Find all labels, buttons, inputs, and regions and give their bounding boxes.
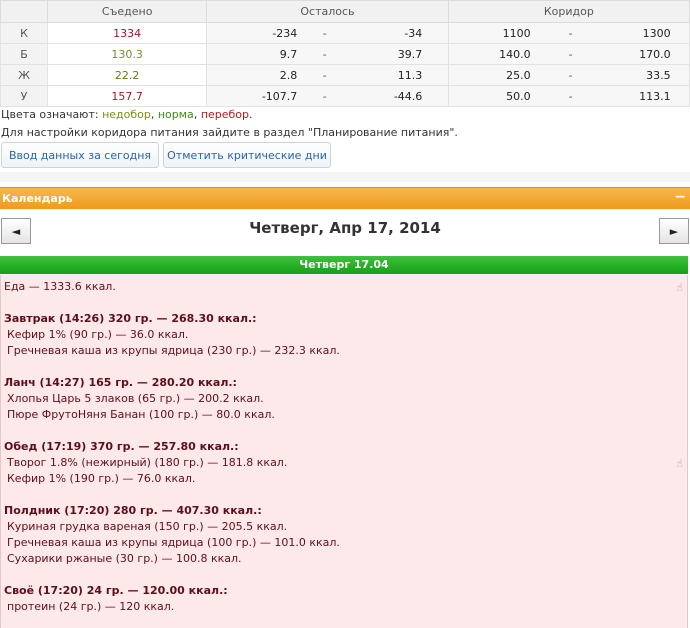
meal-item: Хлопья Царь 5 злаков (65 гр.) — 200.2 кк… <box>7 392 264 405</box>
meal-item: Творог 1.8% (нежирный) (180 гр.) — 181.8… <box>7 456 288 469</box>
dash: - <box>322 47 327 61</box>
meal-item: Сухарики ржаные (30 гр.) — 100.8 ккал. <box>7 552 242 565</box>
table-row: У 157.7 -107.7 - -44.6 50.0 - 113.1 <box>0 85 690 107</box>
food-diary-panel: Еда — 1333.6 ккал. ☝ Завтрак (14:26) 320… <box>0 275 688 628</box>
remaining-min: -234 <box>272 26 298 40</box>
remaining-cell: 9.7 - 39.7 <box>206 43 449 65</box>
eaten-value: 1334 <box>47 22 208 44</box>
eaten-value: 157.7 <box>47 85 208 107</box>
pin-icon[interactable]: ☝ <box>676 457 683 470</box>
corridor-max: 33.5 <box>646 68 671 82</box>
corridor-min: 25.0 <box>506 68 531 82</box>
corridor-cell: 1100 - 1300 <box>447 22 690 44</box>
header-eaten: Съедено <box>47 0 208 23</box>
arrow-right-icon: ► <box>669 224 679 238</box>
calendar-header[interactable]: Календарь − <box>0 187 690 209</box>
calendar-title: Календарь <box>2 192 73 205</box>
meal-title: Завтрак (14:26) 320 гр. — 268.30 ккал.: <box>4 312 257 325</box>
dash: - <box>568 26 573 40</box>
current-date: Четверг, Апр 17, 2014 <box>249 219 441 237</box>
legend-sep: , <box>150 108 158 121</box>
pin-icon[interactable]: ☝ <box>676 281 683 294</box>
meal-item: Гречневая каша из крупы ядрица (230 гр.)… <box>7 344 340 357</box>
legend-over: перебор <box>200 108 250 121</box>
legend-under: недобор <box>102 108 151 121</box>
separator <box>0 172 690 182</box>
row-label: Ж <box>0 64 49 86</box>
meal-item: Кефир 1% (90 гр.) — 36.0 ккал. <box>7 328 189 341</box>
remaining-cell: 2.8 - 11.3 <box>206 64 449 86</box>
corridor-min: 1100 <box>502 26 531 40</box>
meal-title: Обед (17:19) 370 гр. — 257.80 ккал.: <box>4 440 239 453</box>
remaining-cell: -107.7 - -44.6 <box>206 85 449 107</box>
enter-today-button[interactable]: Ввод данных за сегодня <box>1 142 159 168</box>
eaten-value: 130.3 <box>47 43 208 65</box>
corridor-max: 1300 <box>642 26 671 40</box>
header-remaining: Осталось <box>206 0 449 23</box>
corridor-max: 170.0 <box>639 47 671 61</box>
legend-prefix: Цвета означают: <box>1 108 103 121</box>
remaining-min: 2.8 <box>279 68 298 82</box>
collapse-icon[interactable]: − <box>674 189 686 205</box>
mark-critical-days-button[interactable]: Отметить критические дни <box>163 142 331 168</box>
legend-end: . <box>249 108 253 121</box>
dash: - <box>568 68 573 82</box>
meal-title: Ланч (14:27) 165 гр. — 280.20 ккал.: <box>4 376 237 389</box>
dash: - <box>322 68 327 82</box>
corridor-note: Для настройки коридора питания зайдите в… <box>1 126 458 139</box>
remaining-min: -107.7 <box>261 89 298 103</box>
meal-title: Полдник (17:20) 280 гр. — 407.30 ккал.: <box>4 504 262 517</box>
legend-norm: норма <box>157 108 194 121</box>
legend-sep: , <box>193 108 201 121</box>
remaining-max: 11.3 <box>397 68 423 82</box>
table-row: К 1334 -234 - -34 1100 - 1300 <box>0 22 690 44</box>
meal-item: Гречневая каша из крупы ядрица (100 гр.)… <box>7 536 340 549</box>
table-row: Б 130.3 9.7 - 39.7 140.0 - 170.0 <box>0 43 690 65</box>
color-legend: Цвета означают: недобор, норма, перебор. <box>1 108 253 121</box>
corridor-cell: 25.0 - 33.5 <box>447 64 690 86</box>
corridor-cell: 50.0 - 113.1 <box>447 85 690 107</box>
row-label: У <box>0 85 49 107</box>
meal-item: протеин (24 гр.) — 120 ккал. <box>7 600 175 613</box>
header-empty <box>0 0 49 23</box>
dash: - <box>322 26 327 40</box>
next-day-button[interactable]: ► <box>659 218 689 244</box>
dash: - <box>568 89 573 103</box>
day-bar[interactable]: Четверг 17.04 <box>0 256 688 274</box>
corridor-min: 140.0 <box>499 47 531 61</box>
row-label: К <box>0 22 49 44</box>
corridor-max: 113.1 <box>639 89 671 103</box>
dash: - <box>568 47 573 61</box>
eaten-value: 22.2 <box>47 64 208 86</box>
remaining-max: -44.6 <box>393 89 423 103</box>
meal-item: Кефир 1% (190 гр.) — 76.0 ккал. <box>7 472 196 485</box>
header-corridor: Коридор <box>447 0 690 23</box>
meal-item: Пюре ФрутоНяня Банан (100 гр.) — 80.0 кк… <box>7 408 275 421</box>
remaining-min: 9.7 <box>279 47 298 61</box>
dash: - <box>322 89 327 103</box>
table-row: Ж 22.2 2.8 - 11.3 25.0 - 33.5 <box>0 64 690 86</box>
remaining-cell: -234 - -34 <box>206 22 449 44</box>
meal-item: Куриная грудка вареная (150 гр.) — 205.5… <box>7 520 288 533</box>
remaining-max: -34 <box>404 26 423 40</box>
row-label: Б <box>0 43 49 65</box>
meal-title: Своё (17:20) 24 гр. — 120.00 ккал.: <box>4 584 228 597</box>
remaining-max: 39.7 <box>397 47 423 61</box>
corridor-cell: 140.0 - 170.0 <box>447 43 690 65</box>
corridor-min: 50.0 <box>506 89 531 103</box>
nutrition-table: Съедено Осталось Коридор К 1334 -234 - -34… <box>0 0 690 107</box>
food-total: Еда — 1333.6 ккал. <box>4 280 116 293</box>
